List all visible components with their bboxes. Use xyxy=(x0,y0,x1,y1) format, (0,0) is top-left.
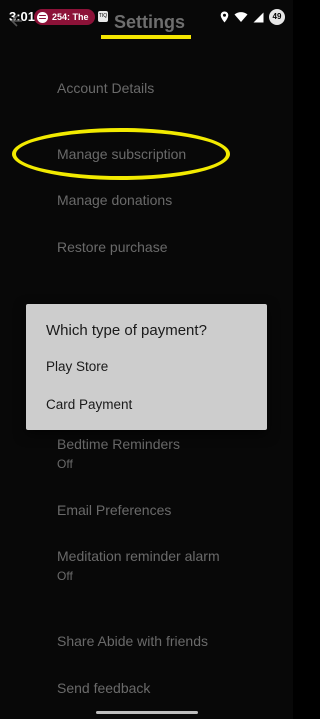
back-arrow-icon[interactable] xyxy=(9,14,23,28)
signal-icon xyxy=(253,12,264,22)
notification-text: 254: The xyxy=(52,12,89,22)
setting-manage-donations[interactable]: Manage donations xyxy=(57,192,172,208)
setting-share[interactable]: Share Abide with friends xyxy=(57,633,208,649)
title-underline xyxy=(101,35,191,39)
page-title: Settings xyxy=(114,12,186,32)
highlight-annotation xyxy=(12,128,230,180)
setting-send-feedback[interactable]: Send feedback xyxy=(57,680,150,696)
status-icons: 49 xyxy=(220,9,285,25)
settings-screen: 3:01 254: The TIQ 49 Settings Account De… xyxy=(0,0,293,719)
setting-account-details[interactable]: Account Details xyxy=(57,80,154,96)
app-notification-icon: TIQ xyxy=(98,11,108,22)
battery-icon: 49 xyxy=(269,9,285,25)
bedtime-reminders-value: Off xyxy=(57,457,73,471)
setting-bedtime-reminders[interactable]: Bedtime Reminders xyxy=(57,436,180,452)
payment-type-dialog: Which type of payment? Play Store Card P… xyxy=(26,304,267,430)
option-card-payment[interactable]: Card Payment xyxy=(46,397,132,412)
setting-email-preferences[interactable]: Email Preferences xyxy=(57,502,171,518)
option-play-store[interactable]: Play Store xyxy=(46,359,108,374)
home-indicator[interactable] xyxy=(96,711,198,714)
dialog-title: Which type of payment? xyxy=(46,322,207,339)
wifi-icon xyxy=(234,12,248,22)
spotify-icon xyxy=(37,11,48,23)
media-notification-pill[interactable]: 254: The xyxy=(34,9,95,25)
location-icon xyxy=(220,11,229,23)
meditation-alarm-value: Off xyxy=(57,569,73,583)
setting-meditation-alarm[interactable]: Meditation reminder alarm xyxy=(57,548,220,564)
setting-restore-purchase[interactable]: Restore purchase xyxy=(57,239,168,255)
